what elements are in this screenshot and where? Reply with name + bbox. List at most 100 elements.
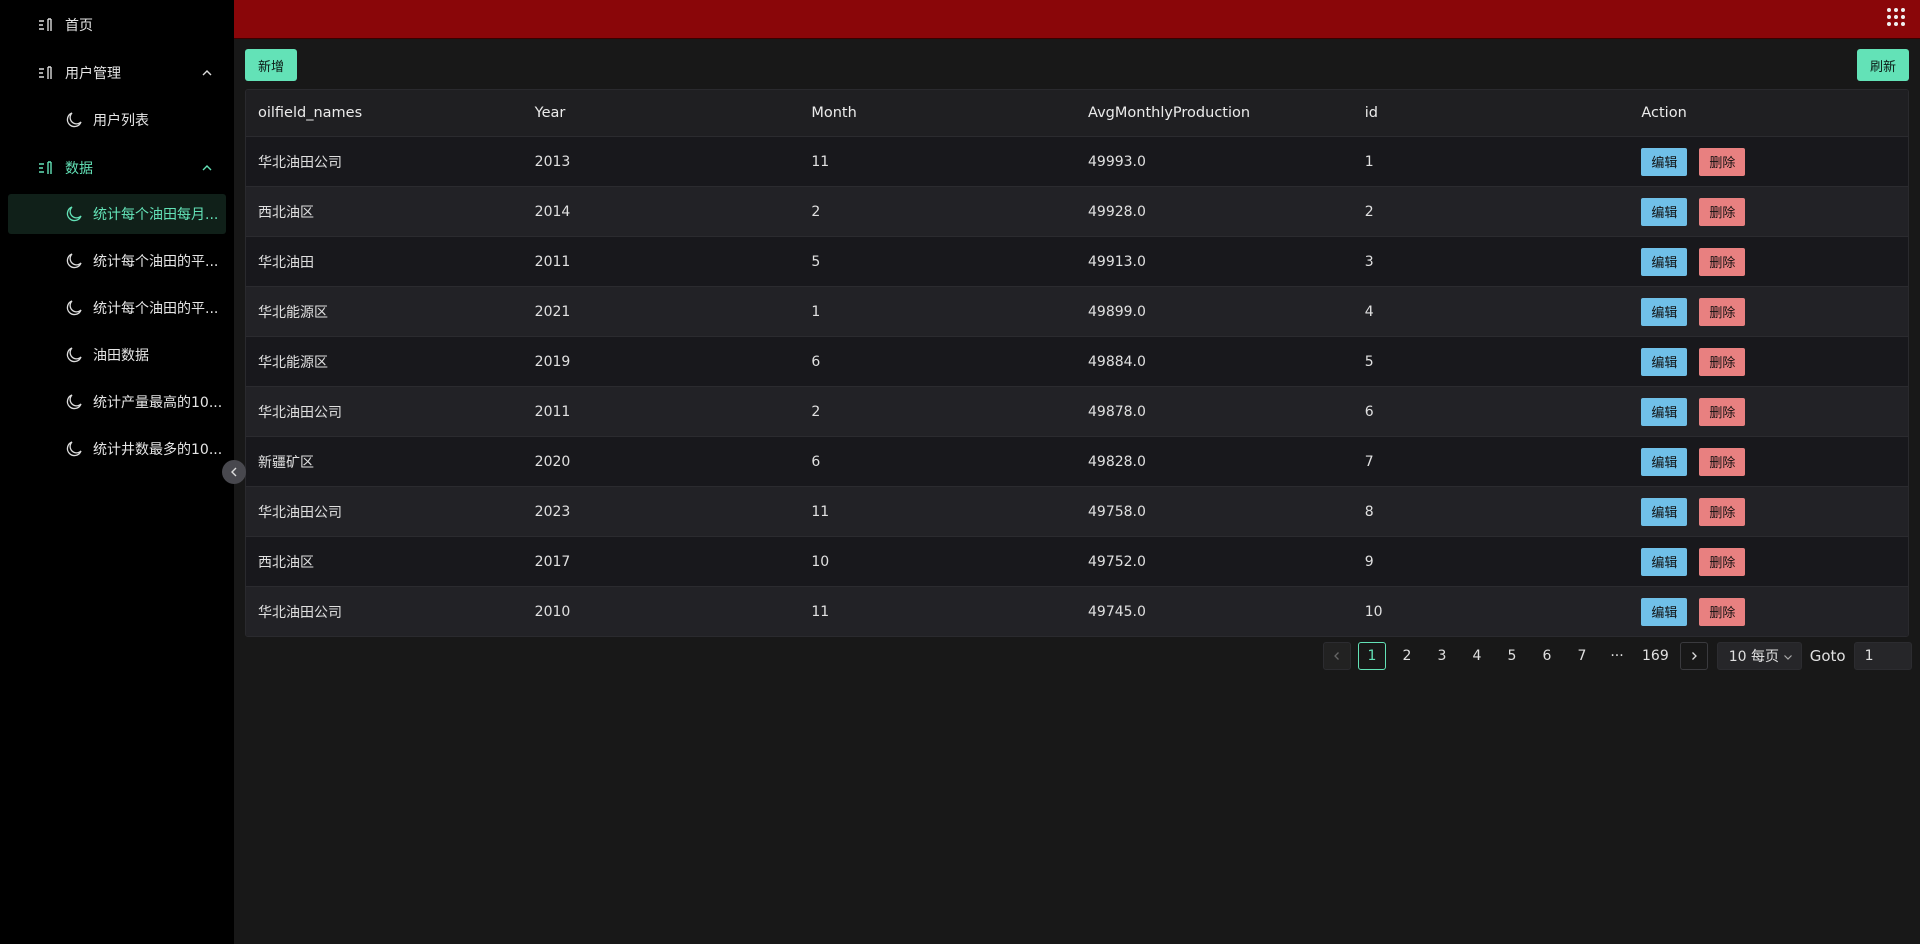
- refresh-button[interactable]: 刷新: [1856, 49, 1909, 81]
- edit-button[interactable]: 编辑: [1641, 547, 1688, 576]
- sidebar-item-data-5[interactable]: 统计井数最多的10...: [8, 429, 226, 469]
- add-button[interactable]: 新增: [245, 49, 298, 81]
- edit-button[interactable]: 编辑: [1641, 197, 1688, 226]
- delete-button[interactable]: 删除: [1699, 147, 1746, 176]
- next-page-button[interactable]: [1679, 642, 1708, 670]
- page-button[interactable]: 4: [1463, 642, 1491, 670]
- table-cell: 西北油区: [258, 554, 314, 571]
- table-body: 华北油田公司 2013 11 49993.0 1 编辑 删除 西北油区 2014 2 49928.0…: [246, 136, 1908, 636]
- sidebar: 首页 用户管理 用户列表 数据 统计每个油田每月... 统计每个油田的平...: [0, 0, 234, 944]
- action-cell: 编辑 删除: [1629, 547, 1908, 576]
- table-cell: 华北油田公司: [258, 504, 342, 521]
- table-cell: 2020: [534, 453, 571, 470]
- sidebar-item-data-0[interactable]: 统计每个油田每月...: [8, 194, 226, 234]
- table-cell: 2: [811, 403, 821, 420]
- table-row: 新疆矿区 2020 6 49828.0 7 编辑 删除: [246, 436, 1908, 486]
- delete-button[interactable]: 删除: [1699, 297, 1746, 326]
- table-cell: 2: [1364, 203, 1374, 220]
- action-cell: 编辑 删除: [1629, 347, 1908, 376]
- table-cell: 10: [1364, 603, 1383, 620]
- page-button[interactable]: 169: [1638, 642, 1673, 670]
- table-cell: 2019: [534, 353, 571, 370]
- edit-button[interactable]: 编辑: [1641, 497, 1688, 526]
- chevron-right-icon: [1691, 652, 1697, 660]
- sidebar-collapse-button[interactable]: [222, 460, 246, 484]
- goto-input[interactable]: [1853, 642, 1912, 670]
- delete-button[interactable]: 删除: [1699, 347, 1746, 376]
- table-cell: 华北油田公司: [258, 604, 342, 621]
- book-icon: [35, 65, 57, 81]
- table-cell: 11: [811, 153, 830, 170]
- table-cell: 7: [1364, 453, 1374, 470]
- table-row: 西北油区 2014 2 49928.0 2 编辑 删除: [246, 186, 1908, 236]
- edit-button[interactable]: 编辑: [1641, 447, 1688, 476]
- sidebar-item-label: 统计每个油田的平...: [93, 301, 219, 317]
- sidebar-item-data-4[interactable]: 统计产量最高的10...: [8, 382, 226, 422]
- delete-button[interactable]: 删除: [1699, 597, 1746, 626]
- edit-button[interactable]: 编辑: [1641, 297, 1688, 326]
- sidebar-item-user-list[interactable]: 用户列表: [8, 100, 226, 140]
- page-button[interactable]: 5: [1498, 642, 1526, 670]
- table-cell: 49758.0: [1088, 503, 1146, 520]
- table-cell: 2: [811, 203, 821, 220]
- page-button[interactable]: 7: [1568, 642, 1596, 670]
- table-cell: 华北能源区: [258, 304, 328, 321]
- column-header: oilfield_names: [258, 105, 363, 121]
- sidebar-item-home[interactable]: 首页: [8, 5, 226, 45]
- chevron-up-icon: [202, 165, 212, 171]
- column-header: id: [1364, 105, 1378, 121]
- prev-page-button[interactable]: [1323, 642, 1351, 670]
- page-ellipsis[interactable]: ···: [1603, 642, 1631, 670]
- action-cell: 编辑 删除: [1629, 247, 1908, 276]
- apps-grid-icon[interactable]: [1886, 7, 1906, 27]
- edit-button[interactable]: 编辑: [1641, 247, 1688, 276]
- delete-button[interactable]: 删除: [1699, 397, 1746, 426]
- edit-button[interactable]: 编辑: [1641, 397, 1688, 426]
- page-button[interactable]: 2: [1393, 642, 1421, 670]
- sidebar-group-user-mgmt[interactable]: 用户管理: [8, 53, 226, 93]
- table-cell: 8: [1364, 503, 1374, 520]
- page-size-select[interactable]: 10 每页: [1716, 642, 1802, 670]
- action-cell: 编辑 删除: [1629, 147, 1908, 176]
- sidebar-item-data-3[interactable]: 油田数据: [8, 335, 226, 375]
- column-header: Action: [1641, 105, 1687, 121]
- table-cell: 华北油田公司: [258, 404, 342, 421]
- sidebar-item-data-1[interactable]: 统计每个油田的平...: [8, 241, 226, 281]
- table-cell: 2011: [534, 253, 571, 270]
- delete-button[interactable]: 删除: [1699, 247, 1746, 276]
- sidebar-group-data[interactable]: 数据: [8, 148, 226, 188]
- moon-icon: [63, 300, 85, 316]
- goto-label: Goto: [1809, 647, 1846, 665]
- table-row: 华北油田 2011 5 49913.0 3 编辑 删除: [246, 236, 1908, 286]
- sidebar-item-data-2[interactable]: 统计每个油田的平...: [8, 288, 226, 328]
- chevron-down-icon: [1783, 655, 1792, 660]
- table-cell: 49828.0: [1088, 453, 1146, 470]
- table-cell: 2023: [534, 503, 571, 520]
- table-cell: 49884.0: [1088, 353, 1146, 370]
- table-row: 华北能源区 2021 1 49899.0 4 编辑 删除: [246, 286, 1908, 336]
- delete-button[interactable]: 删除: [1699, 547, 1746, 576]
- table-cell: 6: [811, 453, 821, 470]
- sidebar-item-label: 统计井数最多的10...: [93, 442, 223, 458]
- column-header: Year: [534, 105, 566, 121]
- edit-button[interactable]: 编辑: [1641, 347, 1688, 376]
- edit-button[interactable]: 编辑: [1641, 597, 1688, 626]
- table-row: 华北油田公司 2011 2 49878.0 6 编辑 删除: [246, 386, 1908, 436]
- action-cell: 编辑 删除: [1629, 397, 1908, 426]
- action-cell: 编辑 删除: [1629, 447, 1908, 476]
- table-cell: 5: [1364, 353, 1374, 370]
- page-button[interactable]: 3: [1428, 642, 1456, 670]
- table-cell: 华北油田公司: [258, 154, 342, 171]
- delete-button[interactable]: 删除: [1699, 447, 1746, 476]
- table-row: 华北油田公司 2010 11 49745.0 10 编辑 删除: [246, 586, 1908, 636]
- column-header: Month: [811, 105, 857, 121]
- delete-button[interactable]: 删除: [1699, 497, 1746, 526]
- table-cell: 49752.0: [1088, 553, 1146, 570]
- delete-button[interactable]: 删除: [1699, 197, 1746, 226]
- page-button[interactable]: 6: [1533, 642, 1561, 670]
- edit-button[interactable]: 编辑: [1641, 147, 1688, 176]
- table-cell: 4: [1364, 303, 1374, 320]
- page-button[interactable]: 1: [1358, 642, 1386, 670]
- table-cell: 49928.0: [1088, 203, 1146, 220]
- table-header: oilfield_names Year Month AvgMonthlyProd…: [246, 90, 1908, 136]
